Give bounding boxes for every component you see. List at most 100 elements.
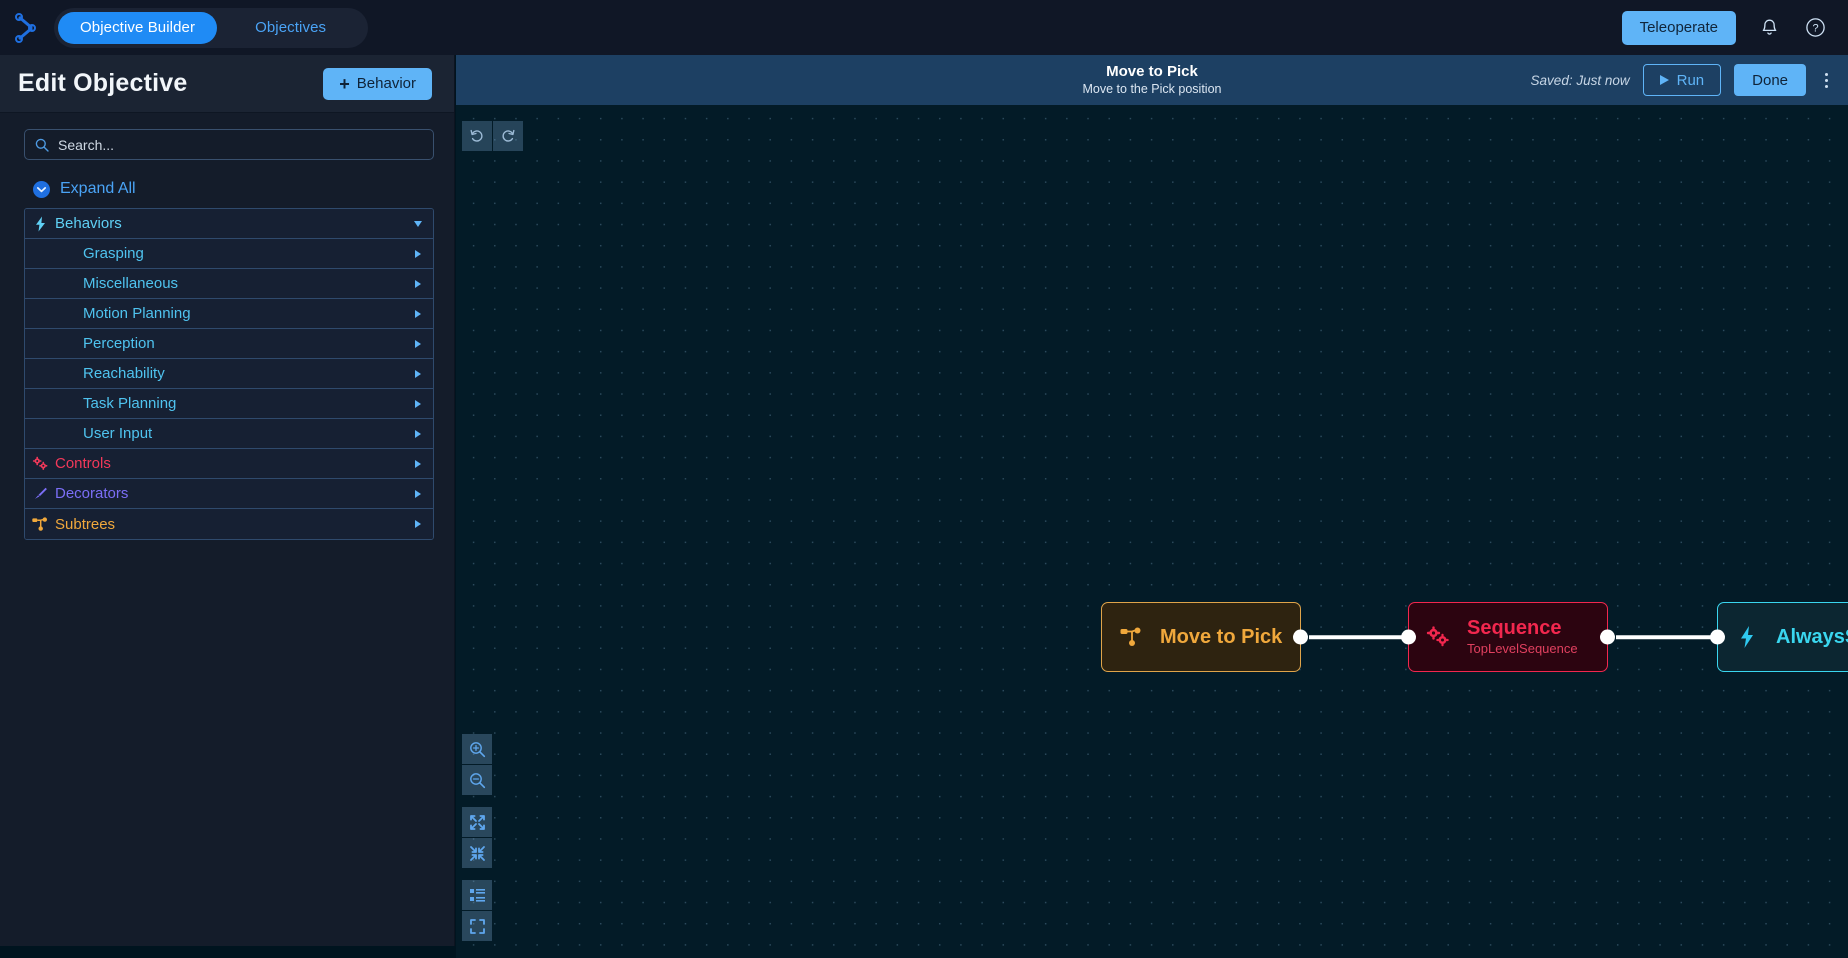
more-options-button[interactable] [1819,69,1834,92]
tab-objective-builder[interactable]: Objective Builder [58,11,218,44]
chevron-right-icon[interactable] [403,249,433,258]
tree-item-motion-planning[interactable]: Motion Planning [25,299,433,329]
auto-layout-button[interactable] [462,880,492,910]
question-circle-icon: ? [1805,18,1825,37]
zoom-in-button[interactable] [462,734,492,764]
caret-shape [414,220,422,227]
node-output-port[interactable] [1600,629,1615,645]
kebab-dot [1825,78,1828,82]
node-input-port[interactable] [1401,629,1416,645]
tree-item-label: Task Planning [83,395,177,412]
app-logo[interactable] [0,12,54,43]
run-button[interactable]: Run [1642,64,1722,96]
brush-icon [34,487,47,499]
tree-item-behaviors[interactable]: Behaviors [25,209,433,239]
lightning-icon [1718,625,1776,649]
page-title: Edit Objective [18,69,188,97]
collapse-all-nodes-button[interactable] [462,838,492,868]
arrows-expand-icon [469,814,485,830]
add-behavior-label: Behavior [356,75,416,92]
node-move-to-pick[interactable]: Move to Pick [1101,602,1308,672]
chevron-right-icon[interactable] [403,429,433,438]
notifications-button[interactable] [1756,15,1782,41]
chevron-right-icon[interactable] [403,309,433,318]
chevron-right-icon[interactable] [403,339,433,348]
tab-objectives[interactable]: Objectives [217,12,364,44]
saved-status: Saved: Just now [1530,72,1630,88]
view-toolbar [462,734,492,941]
node-sequence[interactable]: Sequence TopLevelSequence [1401,602,1615,672]
help-button[interactable]: ? [1802,15,1828,41]
left-panel-body: Search... Expand All Behaviors Grasping Mi… [0,113,454,946]
node-title: Sequence [1467,617,1562,639]
bell-icon [1762,19,1776,35]
tree-item-user-input[interactable]: User Input [25,419,433,449]
caret-shape [415,429,421,438]
history-toolbar [462,121,523,151]
expand-all-toggle[interactable]: Expand All [33,180,434,198]
node-input-port[interactable] [1710,629,1725,645]
search-placeholder: Search... [58,136,115,153]
tree-item-grasping[interactable]: Grasping [25,239,433,269]
expand-all-nodes-button[interactable] [462,807,492,837]
caret-shape [415,459,421,468]
tree-item-label: Miscellaneous [83,275,179,292]
chevron-down-circle-icon [33,180,50,198]
svg-text:?: ? [1812,23,1818,35]
chevron-right-icon[interactable] [403,399,433,408]
chevron-right-icon[interactable] [403,279,433,288]
tree-item-controls[interactable]: Controls [25,449,433,479]
node-subtitle: TopLevelSequence [1467,641,1578,656]
tree-item-decorators[interactable]: Decorators [25,479,433,509]
tree-item-reachability[interactable]: Reachability [25,359,433,389]
undo-button[interactable] [462,121,492,151]
teleoperate-button[interactable]: Teleoperate [1621,10,1736,45]
chevron-right-icon[interactable] [403,369,433,378]
search-icon [35,138,49,152]
play-icon [1659,75,1669,85]
behavior-tree-canvas[interactable]: Move to Pick Sequence TopLevelSequence A… [456,105,1848,958]
chevron-right-icon[interactable] [403,459,433,468]
redo-button[interactable] [493,121,523,151]
caret-shape [415,249,421,258]
node-text: Sequence TopLevelSequence [1467,616,1578,658]
caret-shape [415,339,421,348]
layout-group [462,880,492,941]
zoom-in-icon [469,741,485,757]
fit-screen-icon [469,918,485,934]
add-behavior-button[interactable]: + Behavior [323,67,432,100]
subtree-icon [1102,627,1160,647]
caret-shape [415,489,421,498]
tree-item-subtrees[interactable]: Subtrees [25,509,433,539]
expand-all-label: Expand All [60,180,136,197]
tree-item-label: User Input [83,425,153,442]
node-always-success[interactable]: AlwaysSuccess [1710,602,1848,672]
kebab-dot [1825,84,1828,88]
arrows-collapse-icon [469,845,485,861]
tree-item-label: Motion Planning [83,305,191,322]
node-output-port[interactable] [1293,629,1308,645]
mode-tab-group: Objective Builder Objectives [54,7,369,48]
chevron-right-icon[interactable] [403,520,433,528]
top-bar-actions: Teleoperate ? [1621,10,1848,45]
chevron-down-icon[interactable] [403,220,433,227]
done-button[interactable]: Done [1734,64,1806,96]
tree-item-label: Subtrees [55,515,116,533]
fit-view-button[interactable] [462,911,492,941]
canvas-header: Move to Pick Move to the Pick position S… [456,55,1848,105]
node-text: AlwaysSuccess [1776,625,1848,649]
tree-item-perception[interactable]: Perception [25,329,433,359]
gears-icon [1409,625,1467,649]
plus-icon: + [339,73,350,94]
gears-icon [32,456,47,470]
node-title: AlwaysSuccess [1776,626,1848,648]
zoom-out-button[interactable] [462,765,492,795]
left-panel: Edit Objective + Behavior Search... Expa… [0,55,455,946]
tree-item-miscellaneous[interactable]: Miscellaneous [25,269,433,299]
search-field[interactable]: Search... [24,129,434,160]
gears-icon [25,456,55,471]
chevron-right-icon[interactable] [403,489,433,498]
subtree-icon [25,517,55,531]
node-text: Move to Pick [1160,625,1282,649]
tree-item-task-planning[interactable]: Task Planning [25,389,433,419]
